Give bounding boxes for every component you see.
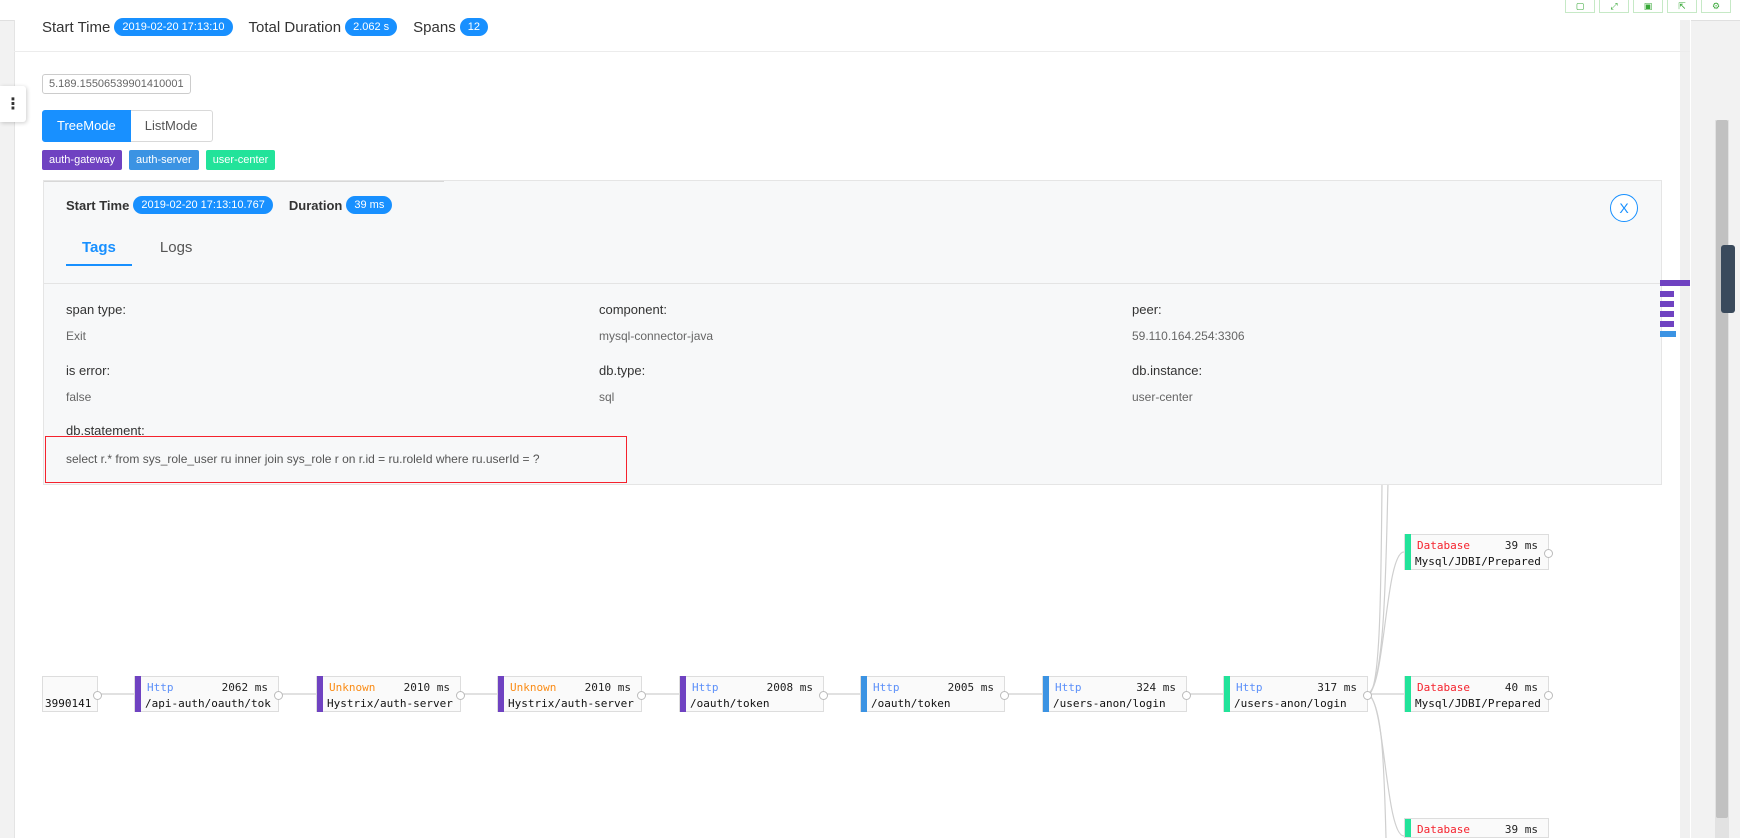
span-duration-label: Duration — [288, 197, 343, 213]
node-endpoint: /users-anon/login — [1053, 697, 1166, 710]
node-port-icon — [1544, 691, 1553, 700]
scroll-marker — [1721, 245, 1735, 313]
tag-value-is-error: false — [66, 390, 92, 404]
tag-value-db-instance: user-center — [1132, 390, 1193, 404]
node-duration: 324 ms — [1136, 681, 1176, 694]
tag-key-component: component: — [599, 302, 667, 317]
node-service-bar — [1043, 676, 1049, 712]
node-duration: 317 ms — [1317, 681, 1357, 694]
node-duration: 2008 ms — [766, 681, 813, 694]
node-type: Http — [1055, 681, 1082, 694]
node-duration: 2010 ms — [403, 681, 450, 694]
tag-key-db-instance: db.instance: — [1132, 363, 1203, 378]
node-type: Http — [147, 681, 174, 694]
tree-node[interactable]: Http 2008 ms /oauth/token — [679, 676, 828, 712]
minimap-bar — [1660, 321, 1674, 327]
node-endpoint: /oauth/token — [871, 697, 951, 710]
tag-value-span-type: Exit — [66, 329, 87, 343]
tag-key-db-type: db.type: — [599, 363, 646, 378]
node-type: Unknown — [329, 681, 376, 694]
node-type: Database — [1417, 681, 1470, 694]
tag-value-db-type: sql — [599, 390, 615, 404]
tag-key-span-type: span type: — [66, 302, 126, 317]
minimap-bar — [1660, 280, 1690, 286]
node-duration: 40 ms — [1504, 681, 1538, 694]
node-endpoint: Mysql/JDBI/Prepared — [1415, 697, 1541, 710]
tree-node[interactable]: Unknown 2010 ms Hystrix/auth-server — [497, 676, 646, 712]
tree-node[interactable]: Http 2062 ms /api-auth/oauth/tok — [134, 676, 283, 712]
tree-node[interactable]: Http 2005 ms /oauth/token — [860, 676, 1009, 712]
node-service-bar — [1405, 676, 1411, 712]
tag-value-component: mysql-connector-java — [599, 329, 714, 343]
node-service-bar — [498, 676, 504, 712]
node-port-icon — [1000, 691, 1009, 700]
node-type: Http — [1236, 681, 1263, 694]
node-endpoint: Hystrix/auth-server — [508, 697, 634, 710]
node-service-bar — [317, 676, 323, 712]
detail-tabs: Tags Logs — [66, 231, 220, 266]
tree-node[interactable]: Database 40 ms Mysql/JDBI/Prepared — [1404, 676, 1553, 712]
node-endpoint: 3990141 — [45, 697, 92, 710]
node-endpoint: Hystrix/auth-server — [327, 697, 453, 710]
minimap-bar — [1660, 331, 1676, 337]
node-port-icon — [1544, 549, 1553, 558]
node-port-icon — [274, 691, 283, 700]
tab-tags[interactable]: Tags — [66, 231, 132, 266]
node-endpoint: /api-auth/oauth/tok — [145, 697, 271, 710]
node-service-bar — [680, 676, 686, 712]
tabs-divider — [44, 283, 1661, 284]
tag-value-peer: 59.110.164.254:3306 — [1132, 329, 1245, 343]
span-start-label: Start Time — [66, 197, 130, 213]
node-duration: 2005 ms — [947, 681, 994, 694]
span-start-badge: 2019-02-20 17:13:10.767 — [133, 196, 273, 214]
tree-node[interactable]: Database 39 ms — [1404, 818, 1549, 838]
node-type: Http — [692, 681, 719, 694]
node-endpoint: /users-anon/login — [1234, 697, 1347, 710]
node-service-bar — [1405, 534, 1411, 570]
node-type: Database — [1417, 823, 1470, 836]
node-service-bar — [135, 676, 141, 712]
minimap-bar — [1660, 311, 1674, 317]
detail-top-border — [44, 181, 444, 182]
span-detail-header: Start Time 2019-02-20 17:13:10.767 Durat… — [66, 196, 408, 214]
node-port-icon — [637, 691, 646, 700]
node-service-bar — [1224, 676, 1230, 712]
minimap-bar — [1660, 291, 1674, 297]
node-port-icon — [456, 691, 465, 700]
node-port-icon — [1363, 691, 1372, 700]
node-port-icon — [1182, 691, 1191, 700]
tree-node[interactable]: Http 324 ms /users-anon/login — [1042, 676, 1191, 712]
tab-logs[interactable]: Logs — [144, 231, 209, 264]
node-type: Http — [873, 681, 900, 694]
scrollbar-thumb[interactable] — [1716, 120, 1728, 818]
close-icon[interactable]: X — [1610, 194, 1638, 222]
node-duration: 2010 ms — [584, 681, 631, 694]
node-service-bar — [861, 676, 867, 712]
node-type: Database — [1417, 539, 1470, 552]
tag-key-is-error: is error: — [66, 363, 111, 378]
tag-value-db-statement: select r.* from sys_role_user ru inner j… — [66, 452, 540, 466]
node-service-bar — [1405, 819, 1411, 837]
node-duration: 39 ms — [1504, 539, 1538, 552]
tag-key-peer: peer: — [1132, 302, 1162, 317]
node-type: Unknown — [510, 681, 557, 694]
node-duration: 39 ms — [1504, 823, 1538, 836]
node-duration: 2062 ms — [221, 681, 268, 694]
tree-node[interactable]: Unknown 2010 ms Hystrix/auth-server — [316, 676, 465, 712]
minimap-bar — [1660, 301, 1674, 307]
span-duration-badge: 39 ms — [346, 196, 393, 214]
tree-node[interactable]: 3990141 — [42, 676, 102, 712]
node-port-icon — [93, 691, 102, 700]
tree-node[interactable]: Database 39 ms Mysql/JDBI/Prepared — [1404, 534, 1553, 570]
node-port-icon — [819, 691, 828, 700]
tree-node[interactable]: Http 317 ms /users-anon/login — [1223, 676, 1372, 712]
node-endpoint: /oauth/token — [690, 697, 770, 710]
node-endpoint: Mysql/JDBI/Prepared — [1415, 555, 1541, 568]
